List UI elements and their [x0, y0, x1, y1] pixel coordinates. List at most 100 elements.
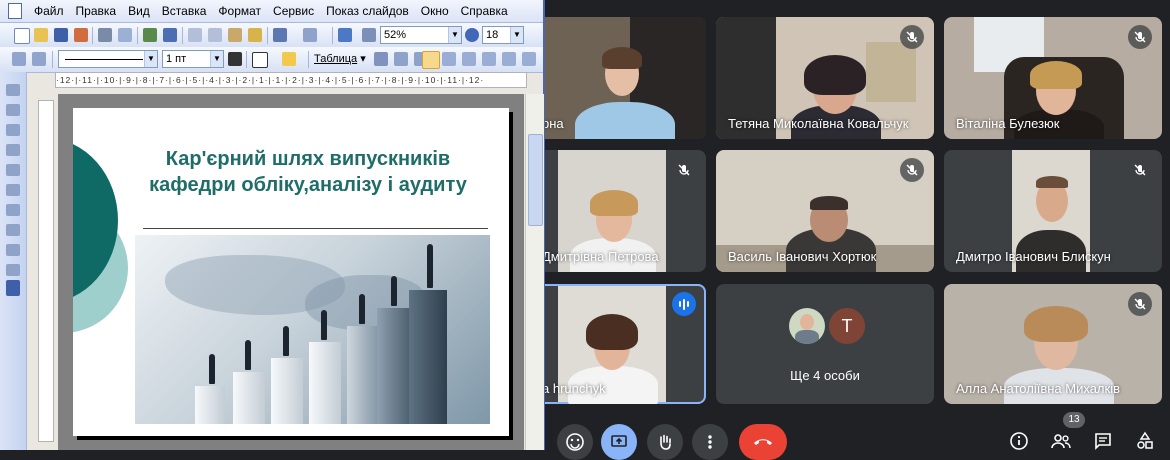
open-icon[interactable] — [34, 28, 48, 42]
participant-tile[interactable]: рна — [530, 17, 706, 139]
standard-toolbar: 52% ▼ 18 ▼ — [0, 23, 543, 49]
left-toolbar — [0, 72, 27, 450]
paste-icon[interactable] — [228, 28, 242, 42]
redo-icon[interactable] — [303, 28, 317, 42]
present-screen-button[interactable] — [601, 424, 637, 460]
zoom-value: 52% — [384, 29, 407, 41]
menu-help[interactable]: Справка — [455, 1, 514, 21]
new-document-icon[interactable] — [14, 28, 30, 44]
mic-muted-icon — [1128, 158, 1152, 182]
format-painter-icon[interactable] — [248, 28, 262, 42]
tool-icon[interactable] — [6, 244, 20, 256]
print-preview-icon[interactable] — [118, 28, 132, 42]
more-options-button[interactable] — [692, 424, 728, 460]
menu-window[interactable]: Окно — [415, 1, 455, 21]
participant-name: Дмитро Іванович Блискун — [956, 249, 1111, 264]
grid-icon[interactable] — [362, 28, 376, 42]
mic-muted-icon — [1128, 292, 1152, 316]
permission-icon[interactable] — [74, 28, 88, 42]
vertical-scrollbar[interactable] — [525, 94, 544, 450]
businessman-figure — [209, 354, 215, 384]
others-label: Ще 4 особи — [790, 368, 860, 383]
font-size-combobox[interactable]: 18 ▼ — [482, 26, 524, 44]
present-icon — [611, 435, 627, 447]
border-color-icon[interactable] — [228, 52, 242, 66]
menu-edit[interactable]: Правка — [70, 1, 123, 21]
autoformat-icon[interactable] — [522, 52, 536, 66]
step-block — [377, 308, 409, 424]
shading-icon[interactable] — [282, 52, 296, 66]
chevron-down-icon[interactable]: ▼ — [144, 51, 157, 67]
menu-format[interactable]: Формат — [212, 1, 267, 21]
meeting-details-button[interactable] — [1004, 426, 1034, 456]
menu-file[interactable]: Файл — [28, 1, 70, 21]
activities-button[interactable] — [1130, 426, 1160, 456]
edit-icon[interactable] — [12, 52, 26, 66]
step-block — [409, 290, 447, 424]
tool-icon[interactable] — [6, 104, 20, 116]
undo-icon[interactable] — [273, 28, 287, 42]
participant-tile[interactable]: Алла Анатоліївна Михалків — [944, 284, 1162, 404]
align-bottom-icon[interactable] — [462, 52, 476, 66]
align-top-icon[interactable] — [422, 51, 440, 69]
draw-table-icon[interactable] — [32, 52, 46, 66]
save-icon[interactable] — [54, 28, 68, 42]
toolbar-separator — [92, 27, 93, 44]
zoom-combobox[interactable]: 52% ▼ — [380, 26, 462, 44]
text-direction-icon[interactable] — [6, 280, 20, 296]
tool-icon[interactable] — [6, 84, 20, 96]
participant-tile[interactable]: Дмитрівна Петрова — [530, 150, 706, 272]
slide-page[interactable]: Кар'єрний шлях випускників кафедри облік… — [73, 108, 509, 436]
chevron-down-icon[interactable]: ▼ — [448, 27, 461, 43]
cut-icon[interactable] — [188, 28, 202, 42]
participants-count: 13 — [1068, 414, 1080, 425]
raise-hand-button[interactable] — [647, 424, 683, 460]
menu-insert[interactable]: Вставка — [156, 1, 213, 21]
info-icon — [1010, 432, 1028, 450]
line-weight-combobox[interactable]: 1 пт ▼ — [162, 50, 224, 68]
copy-icon[interactable] — [208, 28, 222, 42]
menu-tools[interactable]: Сервис — [267, 1, 320, 21]
tool-icon[interactable] — [6, 144, 20, 156]
merge-cells-icon[interactable] — [394, 52, 408, 66]
horizontal-ruler[interactable]: ·12·|·11·|·10·|·9·|·8·|·7·|·6·|·5·|·4·|·… — [55, 72, 527, 88]
chat-button[interactable] — [1088, 426, 1118, 456]
emoji-button[interactable] — [557, 424, 593, 460]
people-button[interactable] — [1046, 426, 1076, 456]
tool-icon[interactable] — [6, 184, 20, 196]
print-icon[interactable] — [98, 28, 112, 42]
participant-tile-speaking[interactable]: a hrunchyk — [530, 284, 706, 404]
line-style-combobox[interactable]: ▼ — [58, 50, 158, 68]
tool-icon[interactable] — [6, 164, 20, 176]
tool-icon[interactable] — [6, 204, 20, 216]
align-middle-icon[interactable] — [442, 52, 456, 66]
toolbar-separator — [182, 27, 183, 44]
chevron-down-icon[interactable]: ▼ — [210, 51, 223, 67]
tool-icon[interactable] — [6, 264, 20, 276]
tool-icon[interactable] — [6, 224, 20, 236]
participant-tile[interactable]: Дмитро Іванович Блискун — [944, 150, 1162, 272]
distribute-rows-icon[interactable] — [482, 52, 496, 66]
table-menu-button[interactable]: Таблица ▾ — [314, 52, 366, 65]
scrollbar-thumb[interactable] — [528, 134, 543, 226]
chart-icon[interactable] — [338, 28, 352, 42]
spelling-icon[interactable] — [143, 28, 157, 42]
participant-tile[interactable]: Віталіна Булезюк — [944, 17, 1162, 139]
distribute-columns-icon[interactable] — [502, 52, 516, 66]
tool-icon[interactable] — [6, 124, 20, 136]
word-window: Файл Правка Вид Вставка Формат Сервис По… — [0, 0, 545, 450]
end-call-button[interactable] — [739, 424, 787, 460]
help-icon[interactable] — [465, 28, 479, 42]
others-tile[interactable]: Т Ще 4 особи — [716, 284, 934, 404]
vertical-ruler[interactable] — [38, 100, 54, 442]
menu-slideshow[interactable]: Показ слайдов — [320, 1, 415, 21]
borders-icon[interactable] — [252, 52, 268, 68]
research-icon[interactable] — [163, 28, 177, 42]
hand-icon — [660, 434, 671, 450]
participant-tile[interactable]: Тетяна Миколаївна Ковальчук — [716, 17, 934, 139]
menu-view[interactable]: Вид — [122, 1, 156, 21]
chevron-down-icon[interactable]: ▼ — [510, 27, 523, 43]
slide-divider — [143, 228, 488, 229]
participant-tile[interactable]: Василь Іванович Хортюк — [716, 150, 934, 272]
insert-table-icon[interactable] — [374, 52, 388, 66]
